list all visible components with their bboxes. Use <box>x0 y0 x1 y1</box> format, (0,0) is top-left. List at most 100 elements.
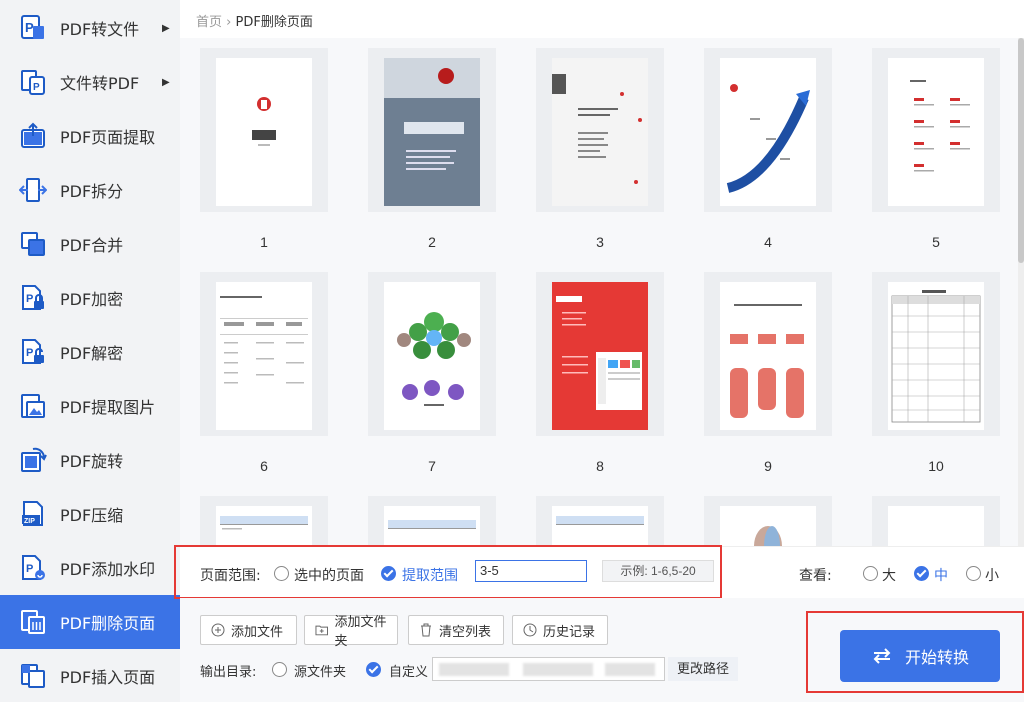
page-preview <box>216 282 312 430</box>
plus-circle-icon <box>211 623 225 637</box>
scrollbar-thumb[interactable] <box>1018 38 1024 263</box>
page-thumbnail[interactable] <box>536 48 664 212</box>
unlock-icon: P <box>22 339 44 364</box>
chevron-right-icon: ▶ <box>162 22 170 34</box>
page-thumbnail[interactable] <box>872 272 1000 436</box>
svg-text:P: P <box>26 563 33 575</box>
svg-text:P: P <box>33 82 40 93</box>
page-thumbnail[interactable] <box>536 496 664 546</box>
blurred-path-segment <box>523 663 593 676</box>
page-thumbnail[interactable] <box>200 48 328 212</box>
page-number: 9 <box>764 458 772 474</box>
sidebar-item-delete-page[interactable]: PDF删除页面 <box>0 595 180 649</box>
sidebar-item-label: PDF拆分 <box>60 182 124 201</box>
sidebar-item-label: PDF添加水印 <box>60 560 156 579</box>
pdf-to-file-icon: P <box>21 15 44 39</box>
add-folder-label: 添加文件夹 <box>334 615 387 649</box>
page-preview <box>720 506 816 546</box>
sidebar-item-insert-page[interactable]: PDF插入页面 <box>0 649 180 703</box>
add-folder-button[interactable]: 添加文件夹 <box>304 615 398 649</box>
add-file-button[interactable]: 添加文件 <box>200 615 297 645</box>
page-number: 10 <box>928 458 944 474</box>
page-thumbnail[interactable] <box>704 496 832 546</box>
page-preview <box>888 282 984 430</box>
page-thumbnail[interactable] <box>200 272 328 436</box>
source-folder-label[interactable]: 源文件夹 <box>294 661 346 680</box>
page-preview <box>720 58 816 206</box>
blurred-path-segment <box>605 663 655 676</box>
page-preview <box>888 506 984 546</box>
view-small-radio[interactable] <box>966 566 981 581</box>
page-thumbnail-grid: 1 2 3 4 5 6 7 8 9 10 <box>180 38 1018 546</box>
custom-dir-radio[interactable] <box>366 662 381 677</box>
add-file-label: 添加文件 <box>231 624 284 640</box>
grid-scrollbar[interactable] <box>1018 38 1024 546</box>
chevron-right-icon: ▶ <box>162 76 170 88</box>
page-number: 5 <box>932 234 940 250</box>
sidebar-item-watermark[interactable]: P PDF添加水印 <box>0 541 180 595</box>
page-number: 6 <box>260 458 268 474</box>
change-path-button[interactable]: 更改路径 <box>668 657 738 681</box>
view-medium-label[interactable]: 中 <box>934 565 948 585</box>
breadcrumb-separator: › <box>226 15 232 30</box>
sidebar-item-label: PDF合并 <box>60 236 124 255</box>
page-preview <box>216 506 312 546</box>
sidebar-item-pdf-to-file[interactable]: P PDF转文件 ▶ <box>0 1 180 55</box>
sidebar-item-label: PDF压缩 <box>60 506 124 525</box>
sidebar-item-label: PDF插入页面 <box>60 668 156 687</box>
page-preview <box>552 58 648 206</box>
history-button[interactable]: 历史记录 <box>512 615 608 645</box>
insert-page-icon <box>21 664 45 688</box>
sidebar-item-rotate[interactable]: PDF旋转 <box>0 433 180 487</box>
custom-dir-label[interactable]: 自定义 <box>389 661 428 680</box>
page-number: 7 <box>428 458 436 474</box>
page-thumbnail[interactable] <box>704 272 832 436</box>
clear-list-label: 清空列表 <box>439 624 492 640</box>
delete-page-icon <box>21 610 45 634</box>
view-small-label[interactable]: 小 <box>985 565 999 585</box>
sidebar-item-merge[interactable]: PDF合并 <box>0 217 180 271</box>
page-thumbnail[interactable] <box>704 48 832 212</box>
sidebar-item-decrypt[interactable]: P PDF解密 <box>0 325 180 379</box>
sidebar-item-extract-images[interactable]: PDF提取图片 <box>0 379 180 433</box>
breadcrumb-home[interactable]: 首页 <box>196 15 222 30</box>
sidebar-item-encrypt[interactable]: P PDF加密 <box>0 271 180 325</box>
page-number: 3 <box>596 234 604 250</box>
lock-icon: P <box>22 285 44 310</box>
sidebar-item-label: PDF加密 <box>60 290 124 309</box>
sidebar-item-split[interactable]: PDF拆分 <box>0 163 180 217</box>
page-extract-icon <box>21 122 45 148</box>
sidebar-item-compress[interactable]: ZIP PDF压缩 <box>0 487 180 541</box>
page-thumbnail[interactable] <box>200 496 328 546</box>
watermark-icon: P <box>22 555 45 580</box>
clock-icon <box>523 623 537 637</box>
file-to-pdf-icon: P <box>21 70 45 95</box>
page-thumbnail[interactable] <box>872 496 1000 546</box>
view-medium-radio[interactable] <box>914 566 929 581</box>
zip-icon: ZIP <box>22 501 43 526</box>
view-large-label[interactable]: 大 <box>882 565 896 585</box>
svg-text:P: P <box>26 293 33 305</box>
page-thumbnail[interactable] <box>368 272 496 436</box>
breadcrumb-current: PDF删除页面 <box>235 15 313 30</box>
page-number: 2 <box>428 234 436 250</box>
view-label: 查看: <box>799 568 832 584</box>
sidebar-item-label: PDF页面提取 <box>60 128 156 147</box>
output-path-input[interactable] <box>432 657 665 681</box>
sidebar-item-page-extract[interactable]: PDF页面提取 <box>0 109 180 163</box>
page-number: 4 <box>764 234 772 250</box>
trash-icon <box>421 623 431 637</box>
source-folder-radio[interactable] <box>272 662 287 677</box>
page-thumbnail[interactable] <box>536 272 664 436</box>
sidebar-item-label: PDF旋转 <box>60 452 124 471</box>
page-thumbnail[interactable] <box>872 48 1000 212</box>
page-thumbnail[interactable] <box>368 496 496 546</box>
sidebar-item-file-to-pdf[interactable]: P 文件转PDF ▶ <box>0 55 180 109</box>
output-dir-label: 输出目录: <box>200 665 257 680</box>
view-large-radio[interactable] <box>863 566 878 581</box>
clear-list-button[interactable]: 清空列表 <box>408 615 504 645</box>
folder-plus-icon <box>315 625 328 636</box>
page-thumbnail[interactable] <box>368 48 496 212</box>
rotate-icon <box>21 447 47 472</box>
page-number: 8 <box>596 458 604 474</box>
